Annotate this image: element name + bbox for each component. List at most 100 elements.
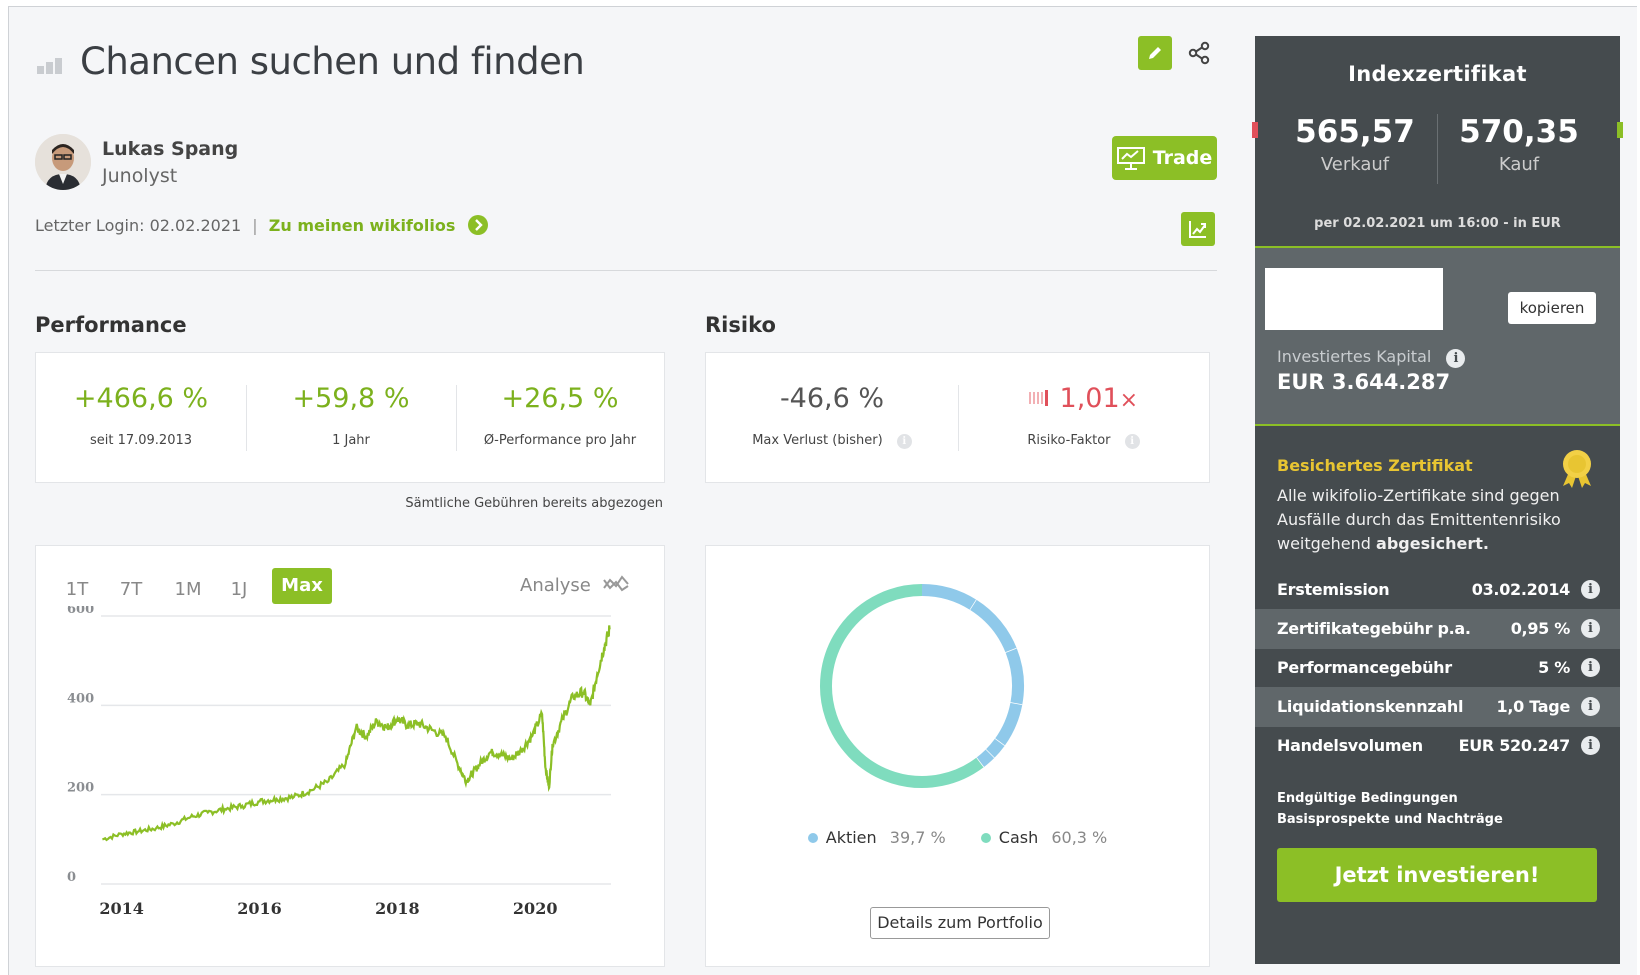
author-role: Junolyst [102,165,177,187]
invested-label: Investiertes Kapital [1277,347,1431,366]
main-content: Chancen suchen und finden Lukas Spang Ju… [0,0,1250,974]
aktien-slice[interactable] [922,590,973,605]
aktien-legend-label: Aktien [826,828,877,847]
y-tick-label: 600 [67,606,94,617]
avatar[interactable] [35,134,91,190]
divider [35,270,1217,271]
detail-value: 0,95 % [1511,619,1570,638]
info-icon[interactable]: i [1446,349,1465,368]
detail-row: HandelsvolumenEUR 520.247i [1255,726,1620,766]
price-separator [1437,114,1438,184]
info-icon[interactable]: i [1581,658,1600,677]
pencil-icon [1146,44,1164,62]
secured-bold: abgesichert. [1376,534,1489,553]
analyse-button[interactable]: Analyse [520,574,629,596]
buy-indicator [1617,122,1623,138]
prospects-link[interactable]: Basisprospekte und Nachträge [1277,812,1503,827]
y-tick-label: 0 [67,870,76,885]
period-1j[interactable]: 1J [222,572,256,608]
detail-row: Zertifikategebühr p.a. 0,95 % i [1255,609,1620,649]
period-1m[interactable]: 1M [168,572,208,608]
cash-slice[interactable] [826,590,980,782]
copy-button[interactable]: kopieren [1508,292,1596,324]
risk-factor-value: 1,01 [1060,383,1120,414]
performance-chart-card: 1T 7T 1M 1J Max Analyse 0 200 400 600 2014 20… [35,545,665,967]
info-icon[interactable]: i [897,434,912,449]
analyse-icon [603,574,629,594]
performance-avg-label: Ø-Performance pro Jahr [456,433,664,448]
detail-row: Liquidationskennzahl1,0 Tagei [1255,687,1620,727]
donut-legend: Aktien 39,7 % Cash 60,3 % [706,828,1209,847]
max-loss-label-group: Max Verlust (bisher) i [706,433,958,449]
aktien-slice[interactable] [973,605,1011,651]
y-tick-label: 200 [67,781,94,796]
separator: | [252,216,257,235]
chevron-right-icon[interactable] [468,215,488,235]
performance-title: Performance [35,313,187,337]
detail-value: 5 % [1538,658,1570,677]
risk-factor-label: Risiko-Faktor [1027,433,1110,448]
portfolio-card: Aktien 39,7 % Cash 60,3 % Details zum Po… [705,545,1210,967]
conditions-link[interactable]: Endgültige Bedingungen [1277,791,1458,806]
x-tick-label: 2014 [99,899,144,918]
period-7t[interactable]: 7T [114,572,148,608]
certificate-sidebar: Indexzertifikat 565,57 Verkauf 570,35 Ka… [1255,36,1620,964]
risk-factor-group: 1,01× [958,383,1209,414]
performance-card: +466,6 % seit 17.09.2013 +59,8 % 1 Jahr … [35,352,665,483]
risk-factor-label-group: Risiko-Faktor i [958,433,1209,449]
performance-1y-label: 1 Jahr [246,433,456,448]
price-note: per 02.02.2021 um 16:00 - in EUR [1255,216,1620,231]
info-icon[interactable]: i [1581,580,1600,599]
detail-key: Performancegebühr [1277,658,1452,677]
copy-section: kopieren Investiertes Kapital i EUR 3.64… [1255,246,1620,426]
period-max[interactable]: Max [272,568,332,604]
sell-price: 565,57 [1275,114,1435,150]
portfolio-details-button[interactable]: Details zum Portfolio [870,907,1050,939]
cash-legend-value: 60,3 % [1051,828,1107,847]
secured-text-group: Alle wikifolio-Zertifikate sind gegen Au… [1277,484,1577,556]
presentation-icon [1117,146,1145,170]
risk-factor-suffix: × [1120,388,1138,413]
last-login-text: Letzter Login: 02.02.2021 [35,216,241,235]
share-button[interactable] [1186,40,1212,66]
detail-key: Erstemission [1277,580,1389,599]
aktien-slice[interactable] [990,742,1000,753]
aktien-slice[interactable] [1011,651,1018,704]
author-name[interactable]: Lukas Spang [102,138,238,160]
chart-button[interactable] [1181,212,1215,246]
max-loss-label: Max Verlust (bisher) [752,433,882,448]
sell-label: Verkauf [1275,154,1435,175]
info-icon[interactable]: i [1125,434,1140,449]
y-tick-label: 400 [67,691,94,706]
invested-value: EUR 3.644.287 [1277,370,1450,394]
buy-label: Kauf [1439,154,1599,175]
performance-series-line [102,625,609,840]
info-icon[interactable]: i [1581,697,1600,716]
aktien-slice[interactable] [1000,704,1017,742]
detail-value: 1,0 Tage [1497,697,1570,716]
info-icon[interactable]: i [1581,736,1600,755]
performance-since-start-label: seit 17.09.2013 [36,433,246,448]
my-wikifolios-link[interactable]: Zu meinen wikifolios [269,216,456,235]
x-tick-label: 2020 [513,899,558,918]
performance-line-chart[interactable]: 02004006002014201620182020 [36,606,664,966]
bar-chart-icon [37,54,67,74]
x-tick-label: 2016 [237,899,282,918]
edit-button[interactable] [1138,36,1172,70]
detail-row: Erstemission 03.02.2014 i [1255,570,1620,610]
invest-button[interactable]: Jetzt investieren! [1277,848,1597,902]
aktien-slice[interactable] [980,754,990,763]
secured-title: Besichertes Zertifikat [1277,456,1473,475]
last-login-line: Letzter Login: 02.02.2021 | Zu meinen wi… [35,215,488,235]
info-icon[interactable]: i [1581,619,1600,638]
period-1t[interactable]: 1T [60,572,94,608]
cash-legend-label: Cash [999,828,1038,847]
detail-value: 03.02.2014 [1472,580,1570,599]
allocation-donut-chart[interactable] [706,546,1209,846]
buy-price: 570,35 [1439,114,1599,150]
performance-since-start-value: +466,6 % [36,383,246,414]
trade-button[interactable]: Trade [1112,136,1217,180]
id-field[interactable] [1265,268,1443,330]
trade-label: Trade [1153,147,1213,169]
detail-key: Zertifikategebühr p.a. [1277,619,1471,638]
